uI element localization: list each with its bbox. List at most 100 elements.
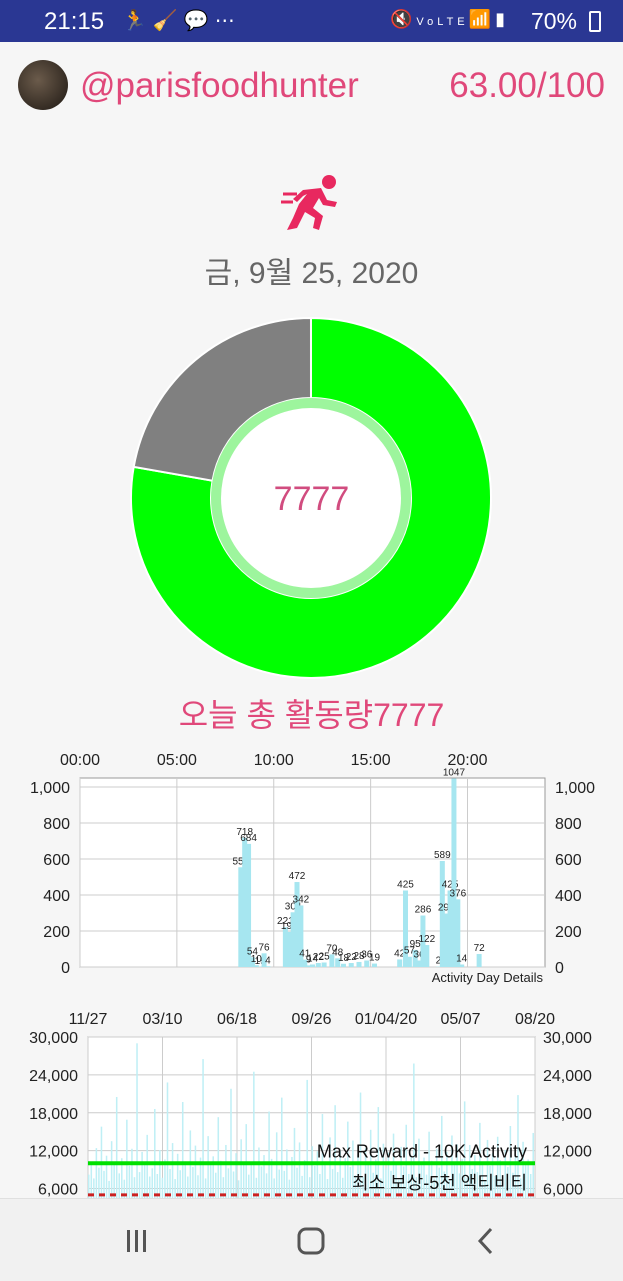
chart2-bar (146, 1135, 148, 1198)
signal-icon: ▮ (495, 9, 509, 29)
chart2-bar (210, 1165, 212, 1198)
chart2-bar (258, 1147, 260, 1198)
chart1-bar (424, 945, 429, 967)
chart2-bar (111, 1141, 113, 1198)
chart2-bar (185, 1161, 187, 1198)
chart2-bar (202, 1059, 204, 1198)
chart2-bar (182, 1102, 184, 1198)
chart2-bar (306, 1080, 308, 1198)
chart2-bar (108, 1181, 110, 1198)
date-label: 금, 9월 25, 2020 (0, 248, 623, 292)
chart2-bar (195, 1146, 197, 1198)
chart2-bar (91, 1163, 93, 1198)
recent-apps-icon (122, 1226, 152, 1256)
runner-icon (281, 172, 345, 232)
chart1-bar (357, 962, 362, 967)
chart2-bar (151, 1168, 153, 1198)
chart2-y-tick-left: 18,000 (29, 1106, 78, 1123)
chart2-bar (238, 1180, 240, 1198)
chart2-bar (286, 1149, 288, 1198)
chart2-bar (131, 1149, 133, 1198)
chart2-bar (225, 1145, 227, 1198)
chart2-bar (299, 1142, 301, 1198)
chart2-x-tick: 01/04/20 (355, 1011, 417, 1028)
chart2-x-tick: 05/07 (440, 1011, 480, 1028)
chart1-bar (397, 959, 402, 967)
chart2-bar (177, 1154, 179, 1198)
chart2-x-tick: 11/27 (69, 1011, 108, 1028)
chart1-caption: Activity Day Details (432, 970, 544, 985)
avatar[interactable] (18, 60, 68, 110)
chart2-x-tick: 03/10 (142, 1011, 182, 1028)
chart1-frame (80, 778, 545, 967)
chart1-x-tick: 20:00 (447, 752, 487, 769)
status-bar: 21:15 🏃🧹💬⋯ 🔇VoLTE📶▮ 70% (0, 0, 623, 42)
chart1-y-tick-right: 800 (555, 816, 582, 833)
chart2-bar (149, 1177, 151, 1198)
chart2-y-tick-right: 18,000 (543, 1106, 592, 1123)
chart1-bar (322, 963, 327, 968)
chart1-y-tick-left: 0 (61, 960, 70, 977)
chat-icon: 💬 (184, 10, 215, 32)
username[interactable]: @parisfoodhunter (80, 66, 359, 106)
chart2-bar (136, 1043, 138, 1198)
chart1-y-tick-right: 0 (555, 960, 564, 977)
chart1-bar (341, 964, 346, 967)
navigation-bar (0, 1198, 623, 1281)
chart2-bar (118, 1173, 120, 1198)
home-icon (296, 1226, 326, 1256)
chart1-x-tick: 10:00 (254, 752, 294, 769)
chart1-data-label: 684 (240, 833, 257, 844)
chart1-y-tick-right: 400 (555, 888, 582, 905)
chart2-bar (218, 1117, 220, 1198)
chart1-data-label: 14 (456, 953, 468, 964)
chart2-bar (304, 1160, 306, 1198)
chart2-bar (228, 1168, 230, 1198)
chart2-bar (129, 1166, 131, 1198)
chart2-bar (245, 1124, 247, 1198)
chart1-y-tick-right: 200 (555, 924, 582, 941)
chart2-bar (126, 1120, 128, 1198)
chart2-bar (314, 1166, 316, 1198)
chart1-data-label: 376 (449, 888, 466, 899)
chart1-bar (372, 964, 377, 967)
chart1-y-tick-left: 400 (43, 888, 70, 905)
chart2-bar (243, 1163, 245, 1198)
chart1-data-label: 589 (434, 850, 451, 861)
chart1-data-label: 286 (415, 905, 432, 916)
chart2-bar (172, 1143, 174, 1198)
chart2-bar (261, 1166, 263, 1198)
chart1-data-label: 342 (293, 894, 310, 905)
chart1-y-tick-left: 1,000 (30, 780, 70, 797)
status-time: 21:15 (44, 8, 104, 36)
broom-icon: 🧹 (153, 10, 184, 32)
home-button[interactable] (291, 1221, 331, 1261)
chart2-bar (235, 1153, 237, 1198)
day-activity-chart: 002002004004006006008008001,0001,00000:0… (0, 740, 623, 1000)
chart1-bar (310, 964, 315, 967)
chart1-x-tick: 15:00 (351, 752, 391, 769)
system-icons: 🔇VoLTE📶▮ (390, 9, 509, 30)
chart1-bar (407, 957, 412, 967)
notification-icons: 🏃🧹💬⋯ (122, 8, 241, 33)
chart2-x-tick: 08/20 (515, 1011, 555, 1028)
recent-apps-button[interactable] (117, 1221, 157, 1261)
chart2-bar (248, 1175, 250, 1198)
chart1-y-tick-right: 600 (555, 852, 582, 869)
back-button[interactable] (466, 1221, 506, 1261)
chart2-bar (167, 1082, 169, 1198)
chart2-bar (205, 1178, 207, 1198)
chart2-bar (240, 1139, 242, 1198)
chart2-bar (162, 1178, 164, 1198)
chart2-bar (230, 1089, 232, 1198)
chart2-bar (324, 1161, 326, 1198)
profile-header: @parisfoodhunter 63.00/100 (0, 42, 623, 128)
chart2-y-tick-left: 6,000 (38, 1182, 78, 1198)
chart2-bar (144, 1162, 146, 1198)
chart2-bar (139, 1172, 141, 1198)
chart2-y-tick-left: 12,000 (29, 1144, 78, 1161)
chart2-bar (532, 1133, 534, 1198)
chart1-bar (349, 963, 354, 967)
wifi-icon: 📶 (469, 9, 495, 29)
donut-center-value: 7777 (0, 480, 623, 519)
